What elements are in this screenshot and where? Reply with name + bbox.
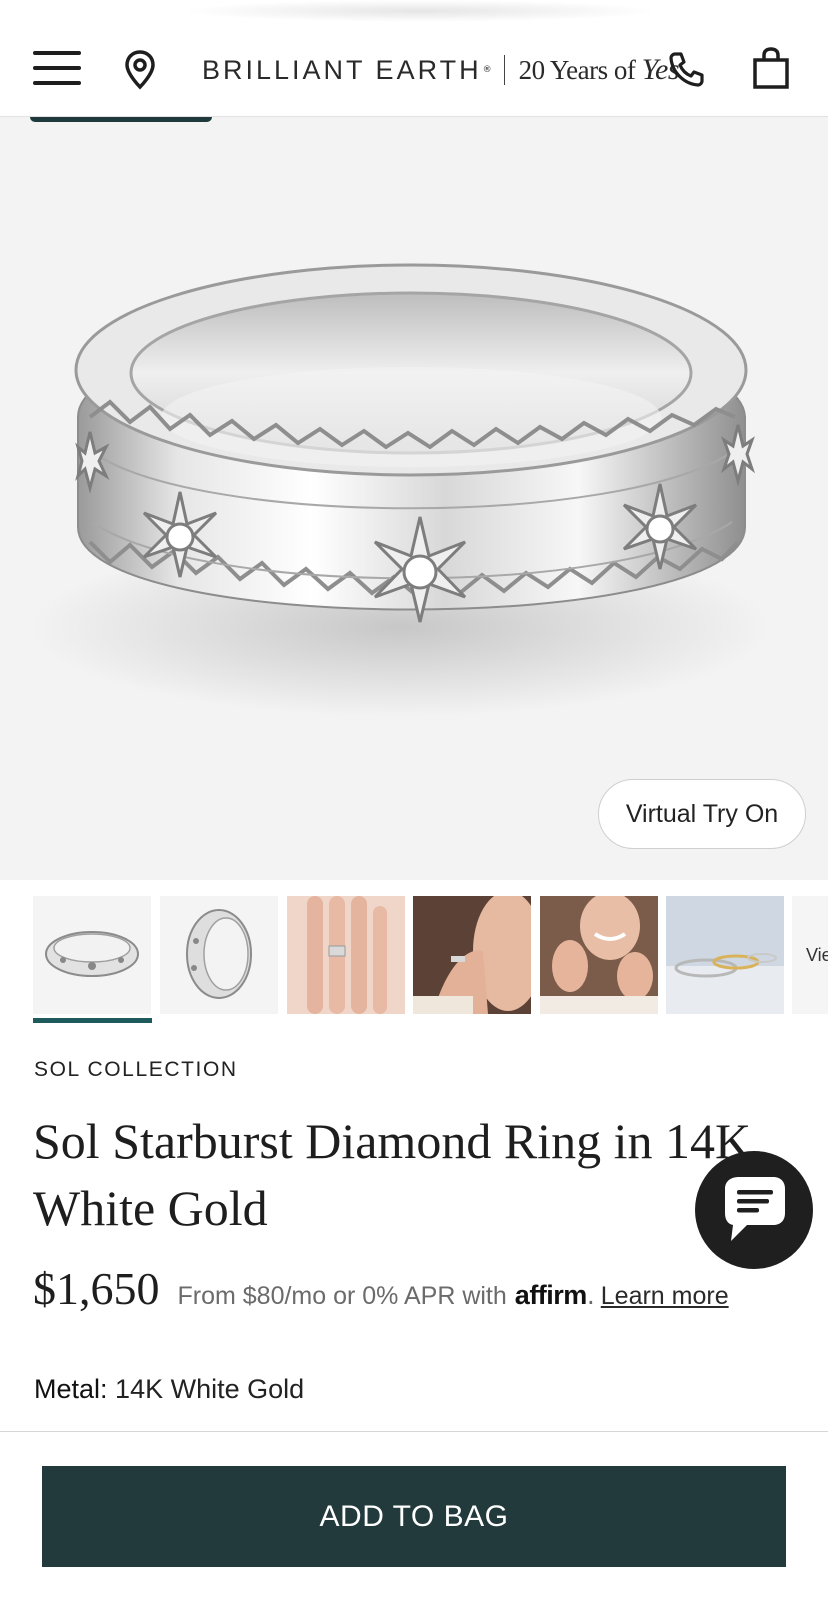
metal-label: Metal: (34, 1374, 108, 1404)
thumbnail-1[interactable] (33, 896, 151, 1014)
financing-text: From $80/mo or 0% APR with (177, 1282, 507, 1310)
chat-button[interactable] (695, 1151, 813, 1269)
collection-label[interactable]: SOL COLLECTION (34, 1058, 238, 1082)
divider (0, 1431, 828, 1432)
product-hero-image[interactable]: Virtual Try On (0, 117, 828, 880)
chat-icon (725, 1177, 785, 1241)
affirm-logo: affirm (514, 1280, 588, 1310)
brand-separator (503, 55, 505, 85)
location-pin-icon[interactable] (124, 50, 156, 94)
thumbnail-6[interactable] (666, 896, 784, 1014)
add-to-bag-button[interactable]: ADD TO BAG (42, 1466, 786, 1567)
thumbnail-4[interactable] (413, 896, 531, 1014)
tagline-prefix: 20 Years of (518, 55, 642, 85)
thumbnail-5[interactable] (540, 896, 658, 1014)
thumbnail-2[interactable] (160, 896, 278, 1014)
thumbnail-strip[interactable]: View (0, 896, 828, 1024)
header-shadow (180, 0, 660, 22)
site-header: BRILLIANT EARTH ® 20 Years of Yes (0, 0, 828, 117)
shopping-bag-icon[interactable] (752, 46, 790, 94)
thumbnail-view-more[interactable]: View (792, 896, 828, 1014)
phone-icon[interactable] (668, 50, 706, 92)
brand-tagline: 20 Years of Yes (518, 53, 680, 87)
product-title: Sol Starburst Diamond Ring in 14K White … (33, 1113, 752, 1236)
price-row: $1,650 From $80/mo or 0% APR with affirm… (33, 1262, 729, 1322)
virtual-try-on-button[interactable]: Virtual Try On (598, 779, 806, 849)
menu-icon[interactable] (33, 51, 81, 87)
ring-image (30, 263, 770, 717)
thumbnail-3[interactable] (287, 896, 405, 1014)
brand-logo[interactable]: BRILLIANT EARTH ® 20 Years of Yes (202, 50, 680, 90)
brand-registered-mark: ® (482, 65, 492, 75)
metal-selector[interactable]: Metal: 14K White Gold (34, 1374, 304, 1405)
product-price: $1,650 (33, 1263, 160, 1314)
financing-period: . (586, 1281, 595, 1310)
brand-name: BRILLIANT EARTH (202, 54, 482, 85)
thumbnail-active-indicator (33, 1018, 152, 1023)
metal-value: 14K White Gold (115, 1374, 305, 1404)
learn-more-link[interactable]: Learn more (601, 1282, 729, 1311)
